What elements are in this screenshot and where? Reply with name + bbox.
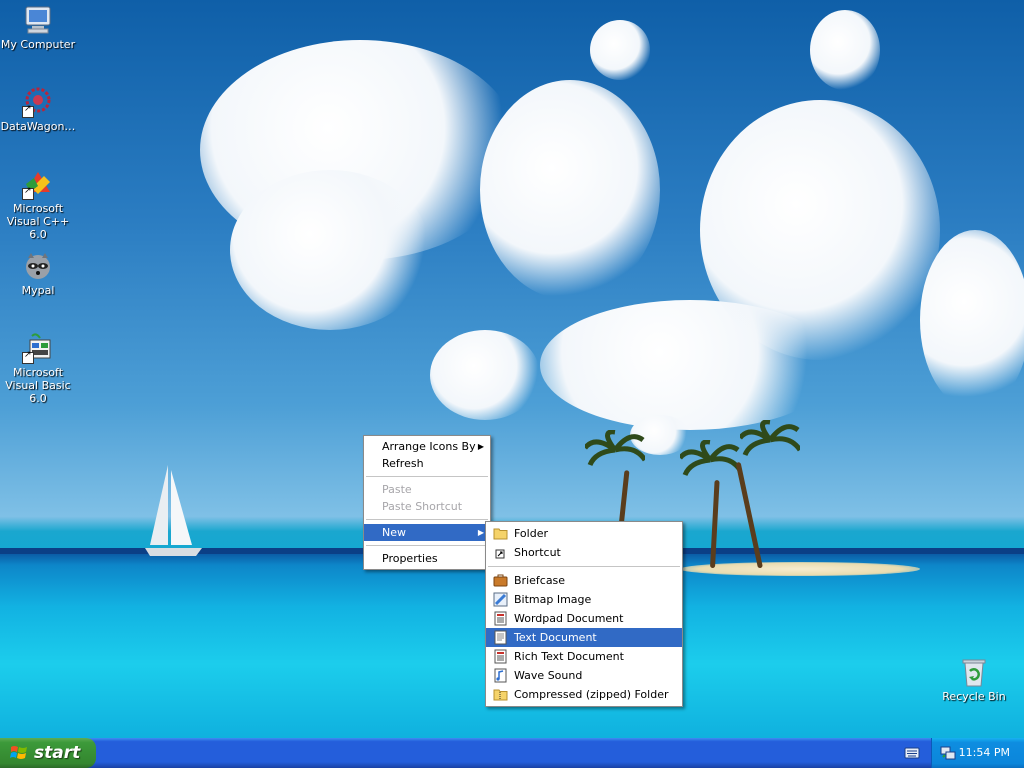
menu-item-properties[interactable]: Properties [364, 550, 490, 567]
menu-item-label: Bitmap Image [514, 593, 592, 606]
shortcut-arrow-icon [22, 186, 34, 200]
palm-tree-icon [680, 440, 740, 477]
wallpaper-cloud [810, 10, 880, 90]
shortcut-arrow-icon [22, 104, 34, 118]
shortcut-arrow-icon [22, 350, 34, 364]
bitmap-image-icon [493, 592, 508, 607]
wallpaper-cloud [700, 100, 940, 360]
clock[interactable]: 11:54 PM [959, 746, 1010, 759]
menu-item-new[interactable]: New ▶ [364, 524, 490, 541]
palm-tree-icon [585, 430, 645, 467]
system-tray: 11:54 PM [931, 738, 1024, 768]
desktop-icon-label: My Computer [0, 38, 76, 51]
desktop-icon-label: Recycle Bin [942, 690, 1006, 703]
menu-item-label: New [382, 526, 406, 539]
desktop-icon-label: Mypal [21, 284, 55, 297]
mypal-raccoon-icon [26, 253, 50, 279]
desktop-icon-label: Microsoft Visual Basic 6.0 [5, 366, 71, 405]
desktop-icon-my-computer[interactable]: My Computer [0, 4, 76, 51]
menu-item-refresh[interactable]: Refresh [364, 455, 490, 472]
desktop-icon-datawagon[interactable]: DataWagon… [0, 86, 76, 133]
folder-icon [493, 528, 508, 540]
recycle-bin-icon [962, 659, 986, 687]
desktop-context-menu: Arrange Icons By ▶ Refresh Paste Paste S… [363, 435, 491, 570]
menu-separator [488, 566, 680, 567]
menu-item-label: Folder [514, 527, 548, 540]
start-label: start [34, 743, 81, 763]
menu-item-paste-shortcut[interactable]: Paste Shortcut [364, 498, 490, 515]
wallpaper-cloud [920, 230, 1024, 410]
palm-tree-icon [740, 420, 800, 457]
menu-item-label: Paste Shortcut [382, 500, 463, 513]
desktop-icon-recycle-bin[interactable]: Recycle Bin [936, 656, 1012, 703]
wallpaper-island [680, 562, 920, 576]
menu-item-label: Text Document [514, 631, 597, 644]
wallpaper-cloud [430, 330, 540, 420]
text-document-icon [494, 630, 507, 645]
menu-item-label: Briefcase [514, 574, 566, 587]
wallpaper-cloud [480, 80, 660, 300]
zipped-folder-icon [493, 689, 508, 701]
submenu-item-wave-sound[interactable]: Wave Sound [486, 666, 682, 685]
submenu-item-folder[interactable]: Folder [486, 524, 682, 543]
desktop-icon-label: DataWagon… [0, 120, 76, 133]
keyboard-layout-icon[interactable] [904, 746, 920, 760]
menu-item-label: Wave Sound [514, 669, 583, 682]
submenu-item-rich-text-document[interactable]: Rich Text Document [486, 647, 682, 666]
menu-separator [366, 476, 488, 477]
submenu-item-briefcase[interactable]: Briefcase [486, 571, 682, 590]
desktop[interactable]: My Computer DataWagon… Microsoft Visual … [0, 0, 1024, 738]
submenu-item-wordpad-document[interactable]: Wordpad Document [486, 609, 682, 628]
desktop-icon-label: Microsoft Visual C++ 6.0 [6, 202, 70, 241]
menu-item-label: Arrange Icons By [382, 440, 476, 453]
desktop-icon-visual-cpp[interactable]: Microsoft Visual C++ 6.0 [0, 168, 76, 241]
menu-item-label: Compressed (zipped) Folder [514, 688, 669, 701]
desktop-icon-visual-basic[interactable]: Microsoft Visual Basic 6.0 [0, 332, 76, 405]
windows-flag-icon [10, 746, 27, 759]
menu-item-label: Wordpad Document [514, 612, 624, 625]
network-icon[interactable] [940, 745, 956, 761]
menu-item-label: Properties [382, 552, 438, 565]
submenu-item-text-document[interactable]: Text Document [486, 628, 682, 647]
submenu-item-bitmap-image[interactable]: Bitmap Image [486, 590, 682, 609]
sailboat-image [145, 465, 202, 556]
menu-separator [366, 545, 488, 546]
submenu-item-zipped-folder[interactable]: Compressed (zipped) Folder [486, 685, 682, 704]
taskbar: start 11:54 PM [0, 738, 1024, 768]
submenu-arrow-icon: ▶ [477, 442, 484, 451]
wallpaper-cloud [230, 170, 430, 330]
my-computer-icon [25, 6, 51, 34]
start-button[interactable]: start [0, 738, 96, 768]
wave-sound-icon [494, 668, 507, 683]
menu-item-paste[interactable]: Paste [364, 481, 490, 498]
submenu-arrow-icon: ▶ [477, 528, 484, 537]
menu-item-label: Shortcut [514, 546, 561, 559]
menu-item-label: Paste [382, 483, 412, 496]
menu-separator [366, 519, 488, 520]
wallpaper-cloud [590, 20, 650, 80]
rich-text-document-icon [494, 649, 507, 664]
new-submenu: Folder Shortcut Briefcase Bitmap Image W… [485, 521, 683, 707]
briefcase-icon [493, 574, 508, 587]
desktop-icon-mypal[interactable]: Mypal [0, 250, 76, 297]
menu-item-label: Refresh [382, 457, 424, 470]
submenu-item-shortcut[interactable]: Shortcut [486, 543, 682, 562]
menu-item-label: Rich Text Document [514, 650, 624, 663]
wordpad-document-icon [494, 611, 507, 626]
shortcut-icon [495, 549, 505, 559]
menu-item-arrange-icons-by[interactable]: Arrange Icons By ▶ [364, 438, 490, 455]
